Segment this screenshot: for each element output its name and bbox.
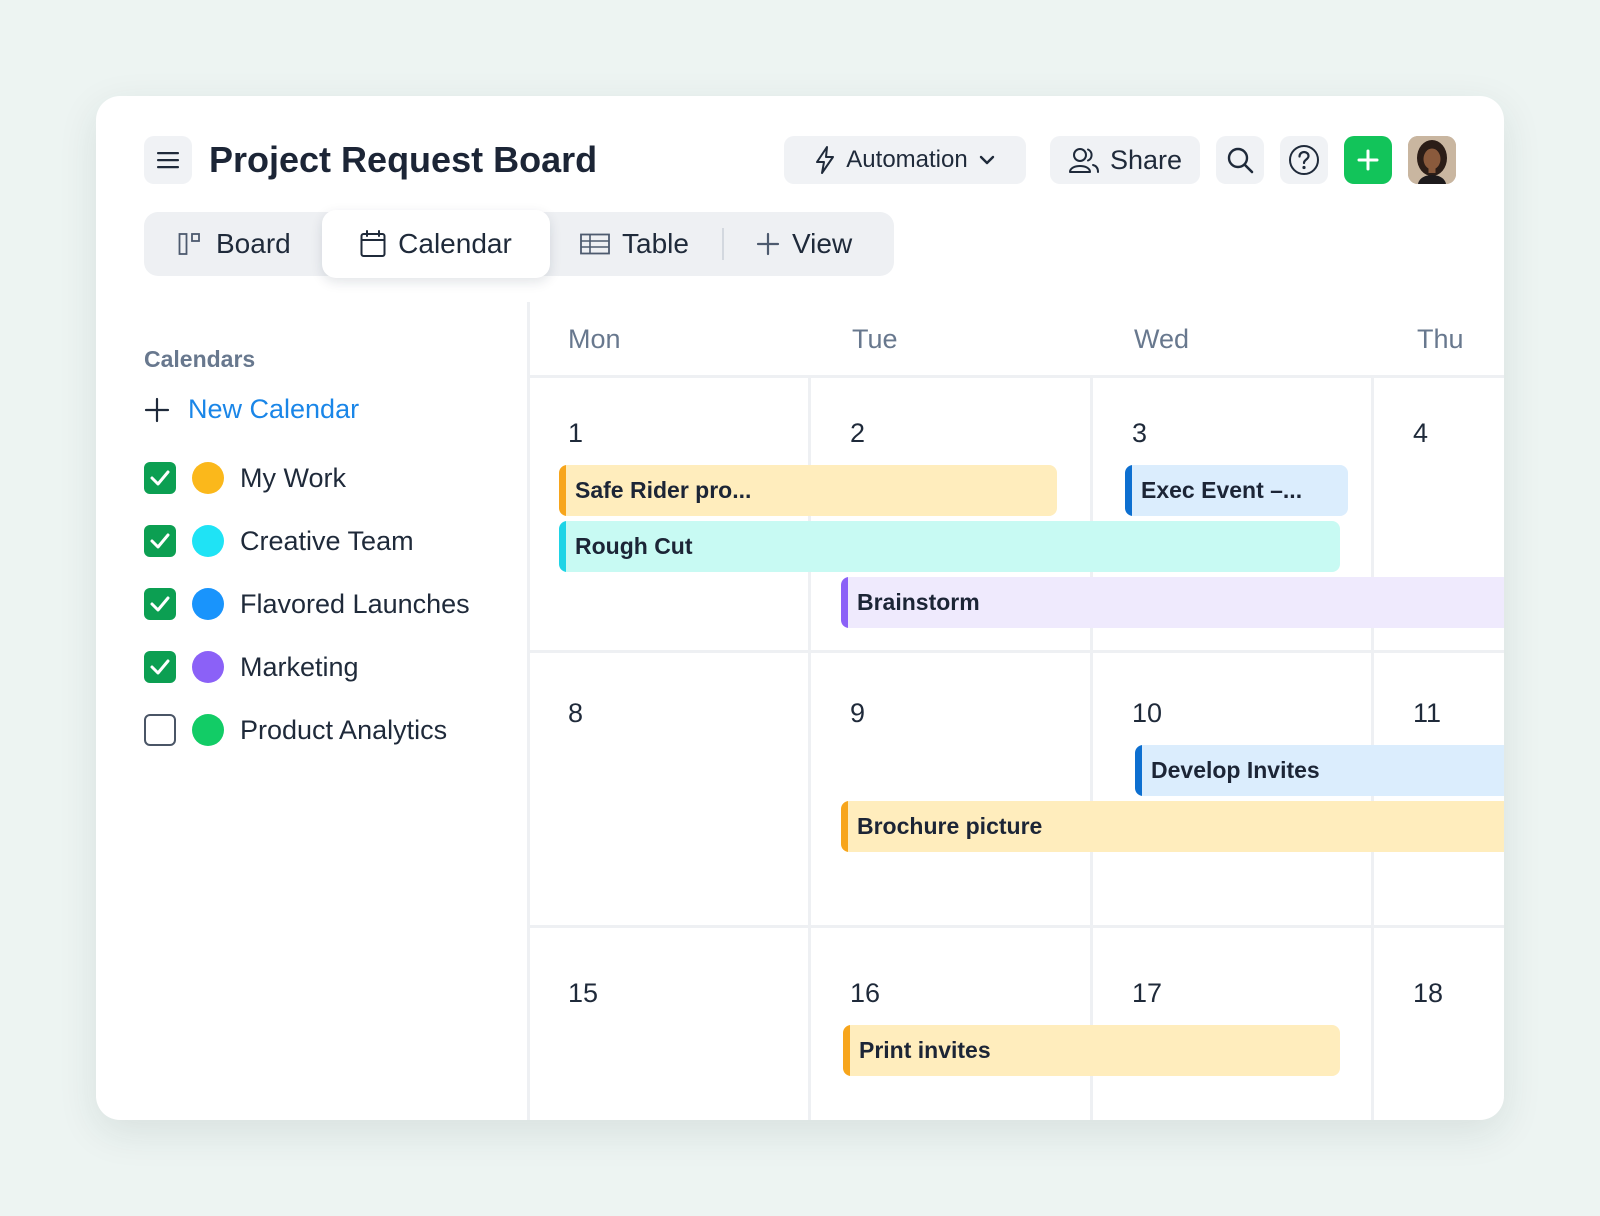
date-cell[interactable]: 10 — [1132, 698, 1162, 729]
date-cell[interactable]: 1 — [568, 418, 583, 449]
date-cell[interactable]: 17 — [1132, 978, 1162, 1009]
event-color-stripe — [841, 801, 848, 852]
date-cell[interactable]: 15 — [568, 978, 598, 1009]
date-cell[interactable]: 3 — [1132, 418, 1147, 449]
grid-line — [1090, 378, 1093, 1120]
event-exec-event[interactable]: Exec Event –... — [1125, 465, 1348, 516]
event-brochure-picture[interactable]: Brochure picture — [841, 801, 1504, 852]
event-title: Develop Invites — [1151, 757, 1320, 783]
day-header-thu: Thu — [1417, 324, 1464, 354]
event-safe-rider[interactable]: Safe Rider pro... — [559, 465, 1057, 516]
event-color-stripe — [559, 521, 566, 572]
event-color-stripe — [1125, 465, 1132, 516]
date-cell[interactable]: 9 — [850, 698, 865, 729]
event-print-invites[interactable]: Print invites — [843, 1025, 1340, 1076]
day-header-wed: Wed — [1134, 324, 1190, 354]
day-header-mon: Mon — [568, 324, 621, 354]
event-brainstorm[interactable]: Brainstorm — [841, 577, 1504, 628]
date-cell[interactable]: 18 — [1413, 978, 1443, 1009]
event-develop-invites[interactable]: Develop Invites — [1135, 745, 1504, 796]
event-color-stripe — [559, 465, 566, 516]
event-title: Brainstorm — [857, 589, 980, 615]
event-color-stripe — [1135, 745, 1142, 796]
date-cell[interactable]: 2 — [850, 418, 865, 449]
grid-line — [527, 650, 1504, 653]
event-rough-cut[interactable]: Rough Cut — [559, 521, 1340, 572]
event-title: Exec Event –... — [1141, 477, 1303, 503]
calendar-grid: Mon Tue Wed Thu 1 2 3 4 8 9 10 11 15 16 … — [96, 96, 1504, 1120]
event-color-stripe — [841, 577, 848, 628]
grid-line — [527, 925, 1504, 928]
event-color-stripe — [843, 1025, 850, 1076]
day-header-tue: Tue — [852, 324, 898, 354]
event-title: Brochure picture — [857, 813, 1043, 839]
event-title: Safe Rider pro... — [575, 477, 752, 503]
date-cell[interactable]: 8 — [568, 698, 583, 729]
date-cell[interactable]: 4 — [1413, 418, 1428, 449]
event-title: Print invites — [859, 1037, 991, 1063]
date-cell[interactable]: 16 — [850, 978, 880, 1009]
date-cell[interactable]: 11 — [1413, 698, 1441, 729]
event-title: Rough Cut — [575, 533, 693, 559]
board-card: Project Request Board Automation Share B… — [96, 96, 1504, 1120]
grid-line — [527, 375, 1504, 378]
grid-line — [527, 302, 530, 1120]
